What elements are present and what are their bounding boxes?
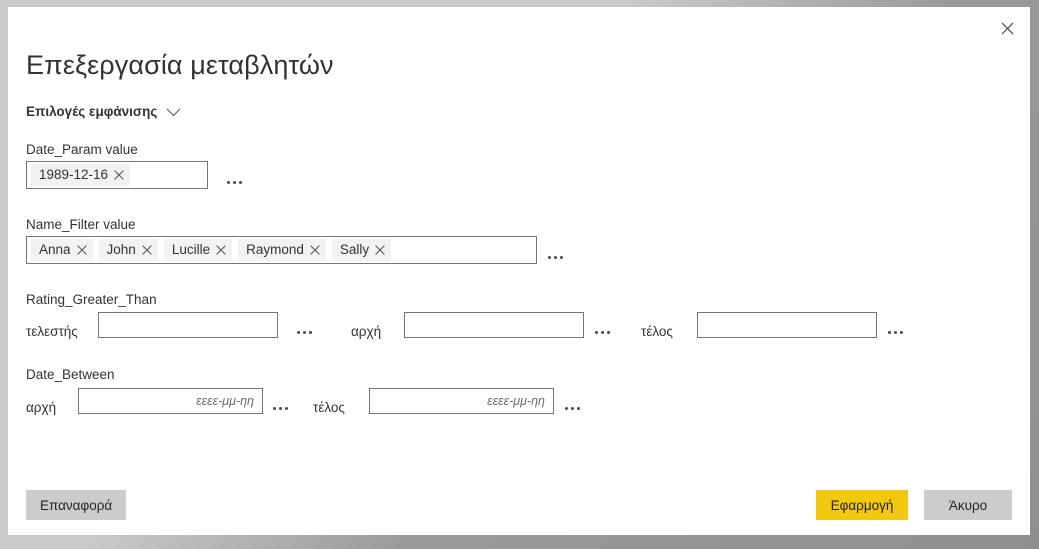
cancel-button[interactable]: Άκυρο [924, 490, 1012, 520]
token[interactable]: John [98, 239, 158, 261]
dot [233, 180, 236, 184]
rating-end-label: τέλος [641, 324, 673, 339]
edit-parameters-dialog: Επεξεργασία μεταβλητών Επιλογές εμφάνιση… [8, 7, 1030, 535]
display-options-label: Επιλογές εμφάνισης [26, 104, 158, 119]
field-label-name-filter: Name_Filter value [26, 217, 136, 232]
date-between-end-more-button[interactable] [565, 400, 580, 416]
name-filter-token-list: Anna John Lucille Raymond Sally [27, 237, 536, 263]
rating-operator-input[interactable] [98, 312, 278, 338]
dot [607, 330, 610, 334]
dot [888, 330, 891, 334]
field-label-date-param: Date_Param value [26, 142, 138, 157]
dot [595, 330, 598, 334]
field-label-date-between: Date_Between [26, 367, 115, 382]
apply-button[interactable]: Εφαρμογή [816, 490, 908, 520]
dot [279, 406, 282, 410]
date-between-start-more-button[interactable] [273, 400, 288, 416]
dot [900, 330, 903, 334]
date-between-end-label: τέλος [313, 400, 345, 415]
close-button[interactable] [984, 7, 1030, 49]
dot [560, 255, 563, 259]
dot [303, 330, 306, 334]
close-icon [1001, 22, 1014, 35]
date-param-input[interactable]: 1989-12-16 [26, 161, 208, 189]
token[interactable]: 1989-12-16 [31, 164, 131, 186]
rating-start-input[interactable] [404, 312, 584, 338]
name-filter-more-button[interactable] [548, 249, 563, 265]
rating-start-more-button[interactable] [595, 324, 610, 340]
rating-operator-more-button[interactable] [297, 324, 312, 340]
token-remove-icon[interactable] [76, 245, 87, 255]
dot [297, 330, 300, 334]
screen: Επεξεργασία μεταβλητών Επιλογές εμφάνιση… [0, 0, 1039, 549]
token-remove-icon[interactable] [216, 245, 226, 255]
token-remove-icon[interactable] [142, 245, 152, 255]
dot [309, 330, 312, 334]
token[interactable]: Sally [331, 239, 392, 261]
token-label: Raymond [246, 242, 304, 257]
dot [239, 180, 242, 184]
rating-end-more-button[interactable] [888, 324, 903, 340]
reset-button[interactable]: Επαναφορά [26, 490, 127, 520]
rating-end-input[interactable] [697, 312, 877, 338]
dot [577, 406, 580, 410]
display-options-toggle[interactable]: Επιλογές εμφάνισης [26, 102, 181, 122]
dot [571, 406, 574, 410]
dot [554, 255, 557, 259]
dialog-title: Επεξεργασία μεταβλητών [26, 50, 334, 80]
token[interactable]: Anna [31, 239, 93, 261]
dot [548, 255, 551, 259]
dot [894, 330, 897, 334]
token-label: Anna [39, 242, 71, 257]
rating-operator-label: τελεστής [26, 324, 78, 339]
dot [285, 406, 288, 410]
date-between-end-placeholder: εεεε-μμ-ηη [487, 394, 545, 408]
token-remove-icon[interactable] [310, 245, 320, 255]
dot [565, 406, 568, 410]
token[interactable]: Lucille [163, 239, 233, 261]
date-between-start-input[interactable]: εεεε-μμ-ηη [78, 388, 263, 414]
date-between-start-placeholder: εεεε-μμ-ηη [196, 394, 254, 408]
dot [227, 180, 230, 184]
date-between-start-label: αρχή [26, 400, 57, 415]
token-label: John [106, 242, 136, 257]
token-label: 1989-12-16 [39, 167, 109, 182]
token-label: Lucille [171, 242, 211, 257]
dot [601, 330, 604, 334]
field-label-rating-greater-than: Rating_Greater_Than [26, 292, 157, 307]
chevron-down-icon [166, 104, 181, 122]
name-filter-input[interactable]: Anna John Lucille Raymond Sally [26, 236, 537, 264]
date-param-token-list: 1989-12-16 [27, 162, 207, 188]
rating-start-label: αρχή [351, 324, 382, 339]
token-remove-icon[interactable] [375, 245, 385, 255]
date-between-end-input[interactable]: εεεε-μμ-ηη [369, 388, 554, 414]
token-label: Sally [339, 242, 370, 257]
date-param-more-button[interactable] [227, 174, 242, 190]
token[interactable]: Raymond [238, 239, 326, 261]
token-remove-icon[interactable] [114, 170, 124, 180]
dot [273, 406, 276, 410]
